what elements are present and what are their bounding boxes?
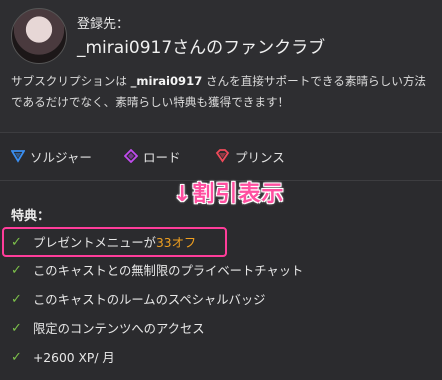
tier-prince[interactable]: プリンス: [215, 147, 285, 165]
red-gem-icon: [215, 149, 230, 163]
benefits-title: 特典：: [11, 209, 51, 224]
discount-text: 33オフ: [155, 236, 197, 250]
tier-selector: ソルジャー ロード プリンス: [0, 133, 442, 181]
tier-label: ロード: [143, 149, 181, 165]
check-icon: ✓: [11, 262, 22, 278]
tier-lord[interactable]: ロード: [124, 147, 181, 165]
check-icon: ✓: [11, 291, 22, 307]
check-icon: ✓: [11, 234, 22, 250]
discount-callout: ↓割引表示: [173, 182, 285, 207]
benefit-item: ✓ このキャストのルームのスペシャルバッジ: [11, 289, 265, 309]
benefit-text: このキャストのルームのスペシャルバッジ: [33, 293, 266, 307]
blue-triangle-icon: [11, 150, 25, 163]
check-icon: ✓: [11, 349, 22, 365]
avatar[interactable]: [11, 8, 67, 64]
benefit-text: このキャストとの無制限のプライベートチャット: [33, 264, 304, 278]
check-icon: ✓: [11, 320, 22, 336]
tier-label: ソルジャー: [30, 149, 92, 165]
description-pre: サブスクリプションは: [11, 74, 131, 88]
description-name: _mirai0917: [130, 74, 203, 88]
fanclub-title: _mirai0917さんのファンクラブ: [77, 38, 326, 58]
benefit-text: +2600 XP/ 月: [33, 351, 115, 365]
tier-label: プリンス: [235, 149, 285, 165]
benefit-text: プレゼントメニューが: [33, 236, 156, 250]
header: 登録先： _mirai0917さんのファンクラブ サブスクリプションは _mir…: [0, 0, 442, 132]
benefit-item: ✓ このキャストとの無制限のプライベートチャット: [11, 260, 303, 280]
tier-soldier[interactable]: ソルジャー: [11, 147, 92, 165]
registration-label: 登録先：: [77, 17, 130, 32]
benefit-item: ✓ プレゼントメニューが 33オフ: [11, 232, 196, 252]
benefit-item: ✓ 限定のコンテンツへのアクセス: [11, 318, 205, 338]
benefit-text: 限定のコンテンツへのアクセス: [33, 322, 205, 336]
description: サブスクリプションは _mirai0917 さんを直接サポートできる素晴らしい方…: [11, 71, 436, 113]
purple-diamond-icon: [124, 149, 138, 163]
benefit-item: ✓ +2600 XP/ 月: [11, 347, 115, 367]
